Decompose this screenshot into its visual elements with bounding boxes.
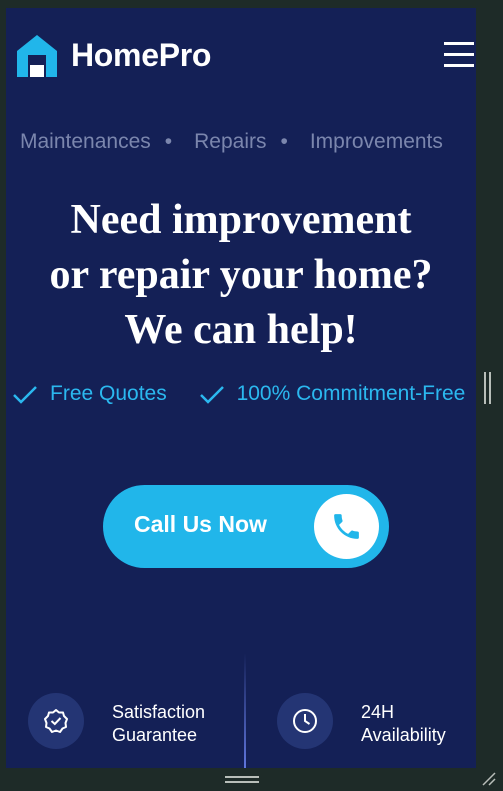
badge-line-1: Satisfaction <box>112 702 206 722</box>
vertical-drag-handle[interactable] <box>484 372 491 404</box>
badge-check-icon <box>44 709 68 733</box>
call-us-now-label: Call Us Now <box>134 511 267 537</box>
call-us-now-button[interactable]: Call Us Now <box>103 485 389 568</box>
hamburger-menu-icon[interactable] <box>444 40 476 68</box>
headline-line-2: or repair your home? <box>49 252 433 298</box>
corner-resize-icon[interactable] <box>481 771 497 787</box>
feature-free-quotes: Free Quotes <box>12 382 167 406</box>
bottom-resize-handle[interactable] <box>225 776 259 784</box>
badge-label: 24H Availability <box>361 701 476 747</box>
feature-label: 100% Commitment-Free <box>236 382 466 405</box>
service-separator: • <box>280 130 288 153</box>
headline-line-1: Need improvement <box>70 197 412 243</box>
check-icon <box>199 386 224 404</box>
clock-icon <box>293 709 317 733</box>
badge-divider <box>244 653 246 768</box>
badge-line-2: Guarantee <box>112 725 198 745</box>
phone-icon <box>334 514 359 539</box>
check-icon <box>13 386 37 404</box>
badge-line-1: 24H <box>361 702 395 722</box>
service-separator: • <box>164 130 173 153</box>
badge-icon-circle <box>28 693 84 749</box>
badge-label: Satisfaction Guarantee <box>112 701 242 747</box>
features-list: Free Quotes 100% Commitment-Free <box>12 382 476 410</box>
services-list: Maintenances • Repairs • Improvements <box>20 130 443 154</box>
page-headline: Need improvement or repair your home? We… <box>6 193 476 358</box>
house-logo-icon[interactable] <box>14 33 60 79</box>
phone-icon-circle[interactable] <box>314 494 379 559</box>
feature-label: Free Quotes <box>50 382 167 405</box>
badge-line-2: Availability <box>361 725 446 745</box>
header: HomePro <box>14 30 474 80</box>
landing-panel: HomePro Maintenances • Repairs • Improvement… <box>6 8 476 768</box>
feature-commitment-free: 100% Commitment-Free <box>199 382 466 406</box>
headline-line-3: We can help! <box>124 307 358 353</box>
service-maintenances: Maintenances <box>20 130 151 153</box>
brand-name[interactable]: HomePro <box>71 37 211 74</box>
service-improvements: Improvements <box>309 130 443 153</box>
badge-icon-circle <box>277 693 333 749</box>
service-repairs: Repairs <box>194 130 267 153</box>
